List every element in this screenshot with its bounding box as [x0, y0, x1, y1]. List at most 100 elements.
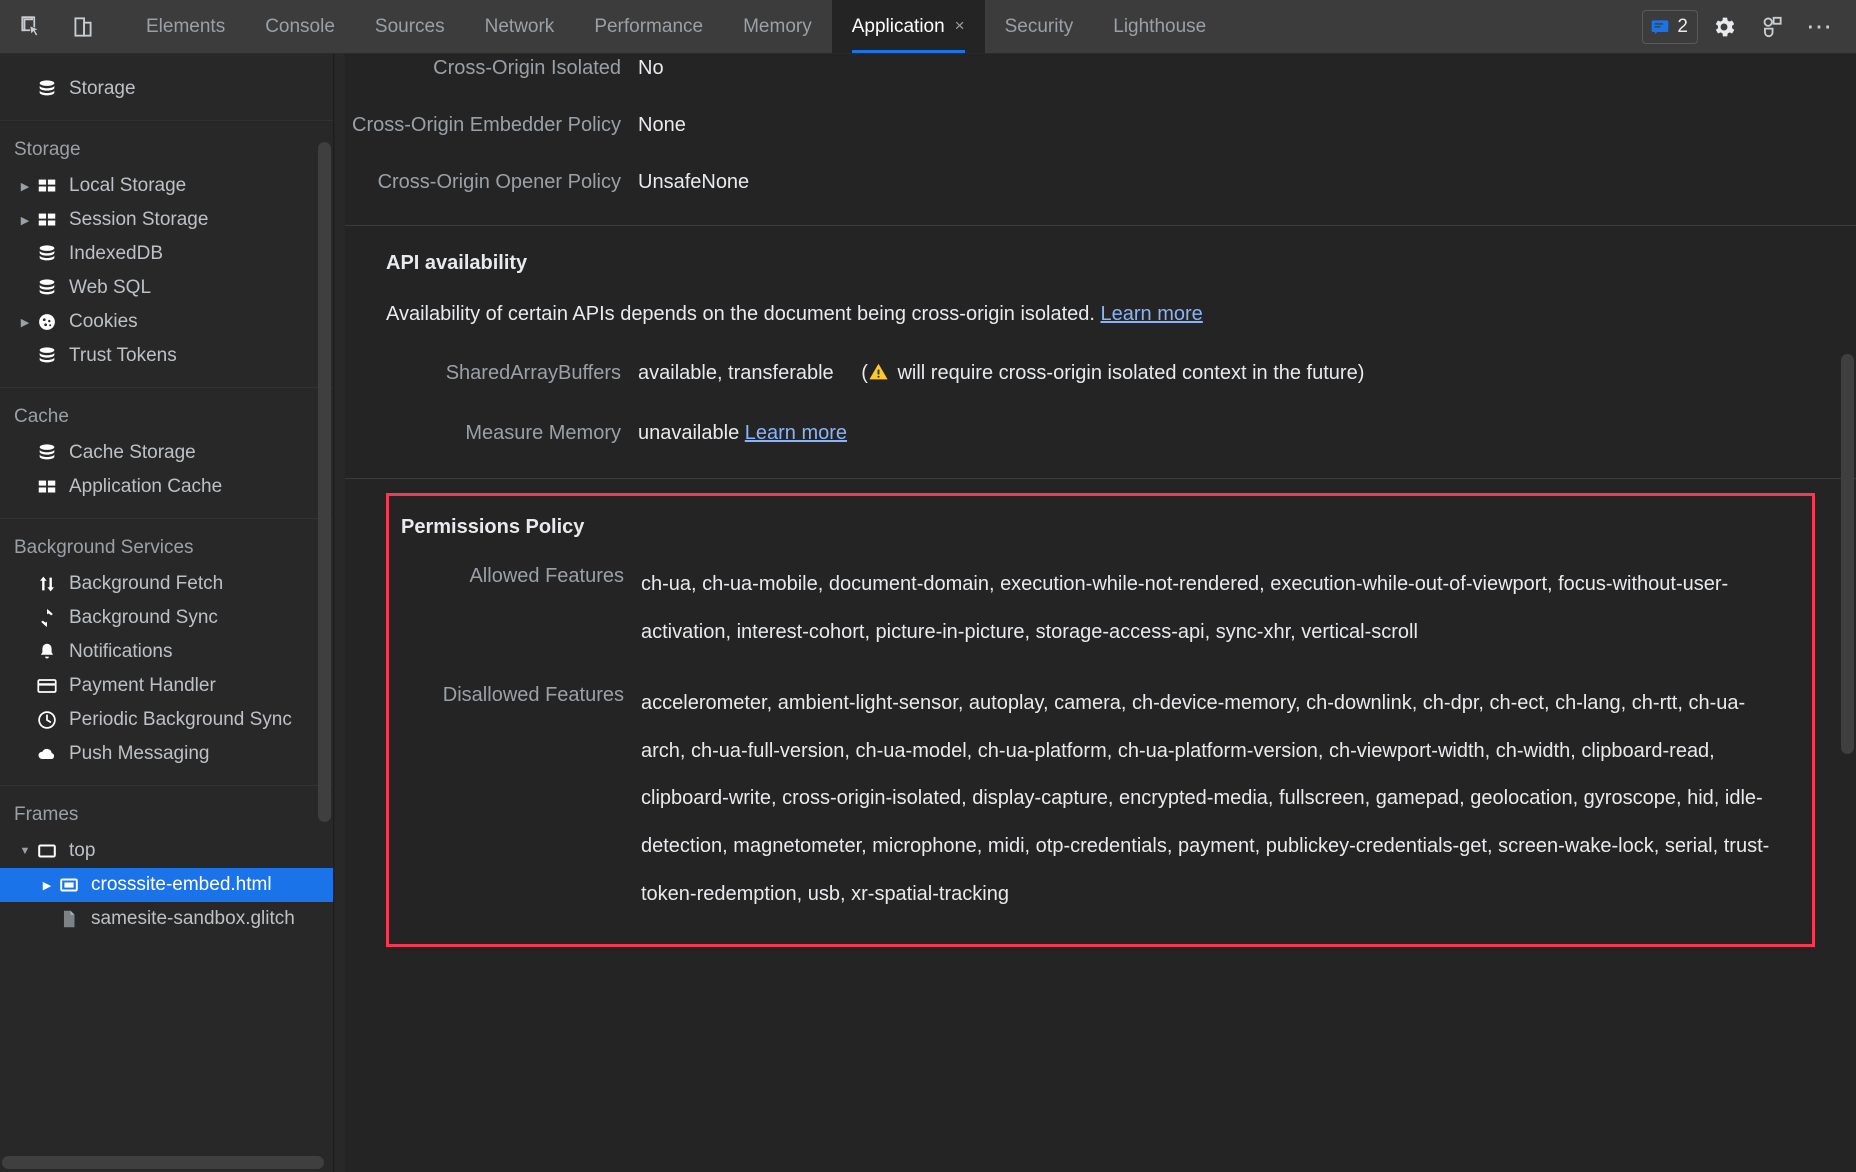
sidebar-group-header: Frames	[14, 804, 79, 825]
tab-network[interactable]: Network	[465, 0, 575, 53]
sidebar-item-storage[interactable]: ▶ Storage	[0, 72, 333, 106]
twisty-icon: ▶	[14, 646, 36, 659]
cloud-icon	[36, 743, 62, 765]
tab-performance[interactable]: Performance	[574, 0, 723, 53]
main-vertical-scrollbar[interactable]	[1841, 354, 1854, 754]
chevron-right-icon[interactable]: ▶	[14, 214, 36, 227]
issues-badge[interactable]: 2	[1642, 9, 1698, 44]
device-toolbar-icon[interactable]	[62, 6, 104, 48]
sidebar-item-crosssite-embed[interactable]: ▶ crosssite-embed.html	[0, 868, 333, 902]
issues-message-icon	[1652, 19, 1669, 34]
inspect-element-icon[interactable]	[10, 6, 52, 48]
sidebar-horizontal-scrollbar[interactable]	[2, 1156, 324, 1169]
gear-icon[interactable]	[1702, 5, 1746, 49]
tab-elements[interactable]: Elements	[126, 0, 245, 53]
sidebar-item-label: Cookies	[69, 311, 138, 332]
application-sidebar[interactable]: ▶ Storage Storage ▶ Local Storage ▶	[0, 54, 334, 1172]
chevron-right-icon[interactable]: ▶	[14, 316, 36, 329]
sidebar-item-background-fetch[interactable]: ▶ Background Fetch	[0, 567, 333, 601]
row-cross-origin-embedder-policy: Cross-Origin Embedder Policy None	[345, 97, 1856, 154]
database-icon	[36, 442, 62, 464]
devtools-toolbar: Elements Console Sources Network Perform…	[0, 0, 1856, 54]
twisty-icon: ▶	[14, 481, 36, 494]
row-value: unavailable Learn more	[638, 419, 871, 448]
table-icon	[36, 209, 62, 231]
table-icon	[36, 476, 62, 498]
panel-tabs: Elements Console Sources Network Perform…	[126, 0, 1642, 53]
toolbar-right-icons: 2 ⋯	[1642, 0, 1856, 53]
tab-label: Performance	[594, 15, 704, 37]
twisty-icon: ▶	[14, 612, 36, 625]
sidebar-item-web-sql[interactable]: ▶ Web SQL	[0, 271, 333, 305]
chevron-right-icon[interactable]: ▶	[36, 879, 58, 892]
sidebar-group-header: Cache	[14, 406, 69, 427]
sidebar-item-periodic-background-sync[interactable]: ▶ Periodic Background Sync	[0, 703, 333, 737]
row-key: SharedArrayBuffers	[445, 362, 621, 384]
sidebar-item-samesite-sandbox[interactable]: ▶ samesite-sandbox.glitch	[0, 902, 333, 936]
tab-memory[interactable]: Memory	[723, 0, 832, 53]
sidebar-item-trust-tokens[interactable]: ▶ Trust Tokens	[0, 339, 333, 373]
section-divider	[345, 478, 1856, 479]
sidebar-item-label: top	[69, 840, 96, 861]
sidebar-item-cache-storage[interactable]: ▶ Cache Storage	[0, 436, 333, 470]
tab-sources[interactable]: Sources	[355, 0, 465, 53]
issues-count: 2	[1677, 16, 1688, 37]
row-key: Cross-Origin Isolated	[433, 57, 621, 79]
row-key: Allowed Features	[469, 565, 624, 587]
table-icon	[36, 175, 62, 197]
row-key: Measure Memory	[465, 422, 621, 444]
row-shared-array-buffers: SharedArrayBuffers available, transferab…	[345, 345, 1856, 405]
sidebar-item-top-frame[interactable]: ▼ top	[0, 834, 333, 868]
tab-application[interactable]: Application ×	[831, 0, 985, 53]
twisty-icon: ▶	[14, 83, 36, 96]
sidebar-item-label: samesite-sandbox.glitch	[91, 908, 295, 929]
description-text: Availability of certain APIs depends on …	[386, 303, 1095, 325]
tab-security[interactable]: Security	[985, 0, 1094, 53]
sidebar-item-local-storage[interactable]: ▶ Local Storage	[0, 169, 333, 203]
sidebar-item-cookies[interactable]: ▶ Cookies	[0, 305, 333, 339]
row-cross-origin-opener-policy: Cross-Origin Opener Policy UnsafeNone	[345, 154, 1856, 211]
row-disallowed-features: Disallowed Features accelerometer, ambie…	[389, 668, 1812, 930]
frame-details-content: Cross-Origin Isolated No Cross-Origin Em…	[345, 54, 1856, 1172]
chevron-right-icon[interactable]: ▶	[14, 180, 36, 193]
value-text: unavailable	[638, 422, 740, 444]
sidebar-item-session-storage[interactable]: ▶ Session Storage	[0, 203, 333, 237]
sidebar-group-cache: Cache ▶ Cache Storage ▶ Application Cach…	[0, 388, 333, 514]
sidebar-item-payment-handler[interactable]: ▶ Payment Handler	[0, 669, 333, 703]
tab-console[interactable]: Console	[245, 0, 355, 53]
sidebar-vertical-scrollbar[interactable]	[318, 142, 331, 822]
sidebar-item-label: crosssite-embed.html	[91, 874, 272, 895]
row-cross-origin-isolated: Cross-Origin Isolated No	[345, 54, 1856, 97]
sidebar-item-push-messaging[interactable]: ▶ Push Messaging	[0, 737, 333, 771]
row-value: accelerometer, ambient-light-sensor, aut…	[641, 692, 1770, 905]
sidebar-item-label: Notifications	[69, 641, 173, 662]
database-icon	[36, 345, 62, 367]
learn-more-link[interactable]: Learn more	[1101, 303, 1203, 325]
sidebar-scroll-content: ▶ Storage Storage ▶ Local Storage ▶	[0, 54, 333, 1026]
sidebar-item-notifications[interactable]: ▶ Notifications	[0, 635, 333, 669]
tab-label: Elements	[146, 15, 226, 37]
sidebar-item-indexeddb[interactable]: ▶ IndexedDB	[0, 237, 333, 271]
sync-icon	[36, 607, 62, 629]
tab-lighthouse[interactable]: Lighthouse	[1093, 0, 1226, 53]
tab-label: Sources	[374, 15, 445, 37]
bell-icon	[36, 641, 62, 663]
database-icon	[36, 277, 62, 299]
sidebar-group-background-services: Background Services ▶ Background Fetch ▶…	[0, 519, 333, 781]
chevron-down-icon[interactable]: ▼	[14, 845, 36, 857]
security-isolation-section: Cross-Origin Isolated No Cross-Origin Em…	[345, 54, 1856, 225]
database-icon	[36, 78, 62, 100]
learn-more-link[interactable]: Learn more	[745, 422, 847, 444]
devices-icon[interactable]	[1750, 5, 1794, 49]
close-icon[interactable]: ×	[955, 17, 965, 34]
clock-icon	[36, 709, 62, 731]
twisty-icon: ▶	[14, 680, 36, 693]
more-options-icon[interactable]: ⋯	[1798, 5, 1842, 49]
panel-gutter	[335, 54, 345, 1172]
credit-card-icon	[36, 675, 62, 697]
sidebar-item-background-sync[interactable]: ▶ Background Sync	[0, 601, 333, 635]
sidebar-item-label: Cache Storage	[69, 442, 196, 463]
twisty-icon: ▶	[14, 350, 36, 363]
value-text: available, transferable	[638, 362, 834, 384]
sidebar-item-application-cache[interactable]: ▶ Application Cache	[0, 470, 333, 504]
